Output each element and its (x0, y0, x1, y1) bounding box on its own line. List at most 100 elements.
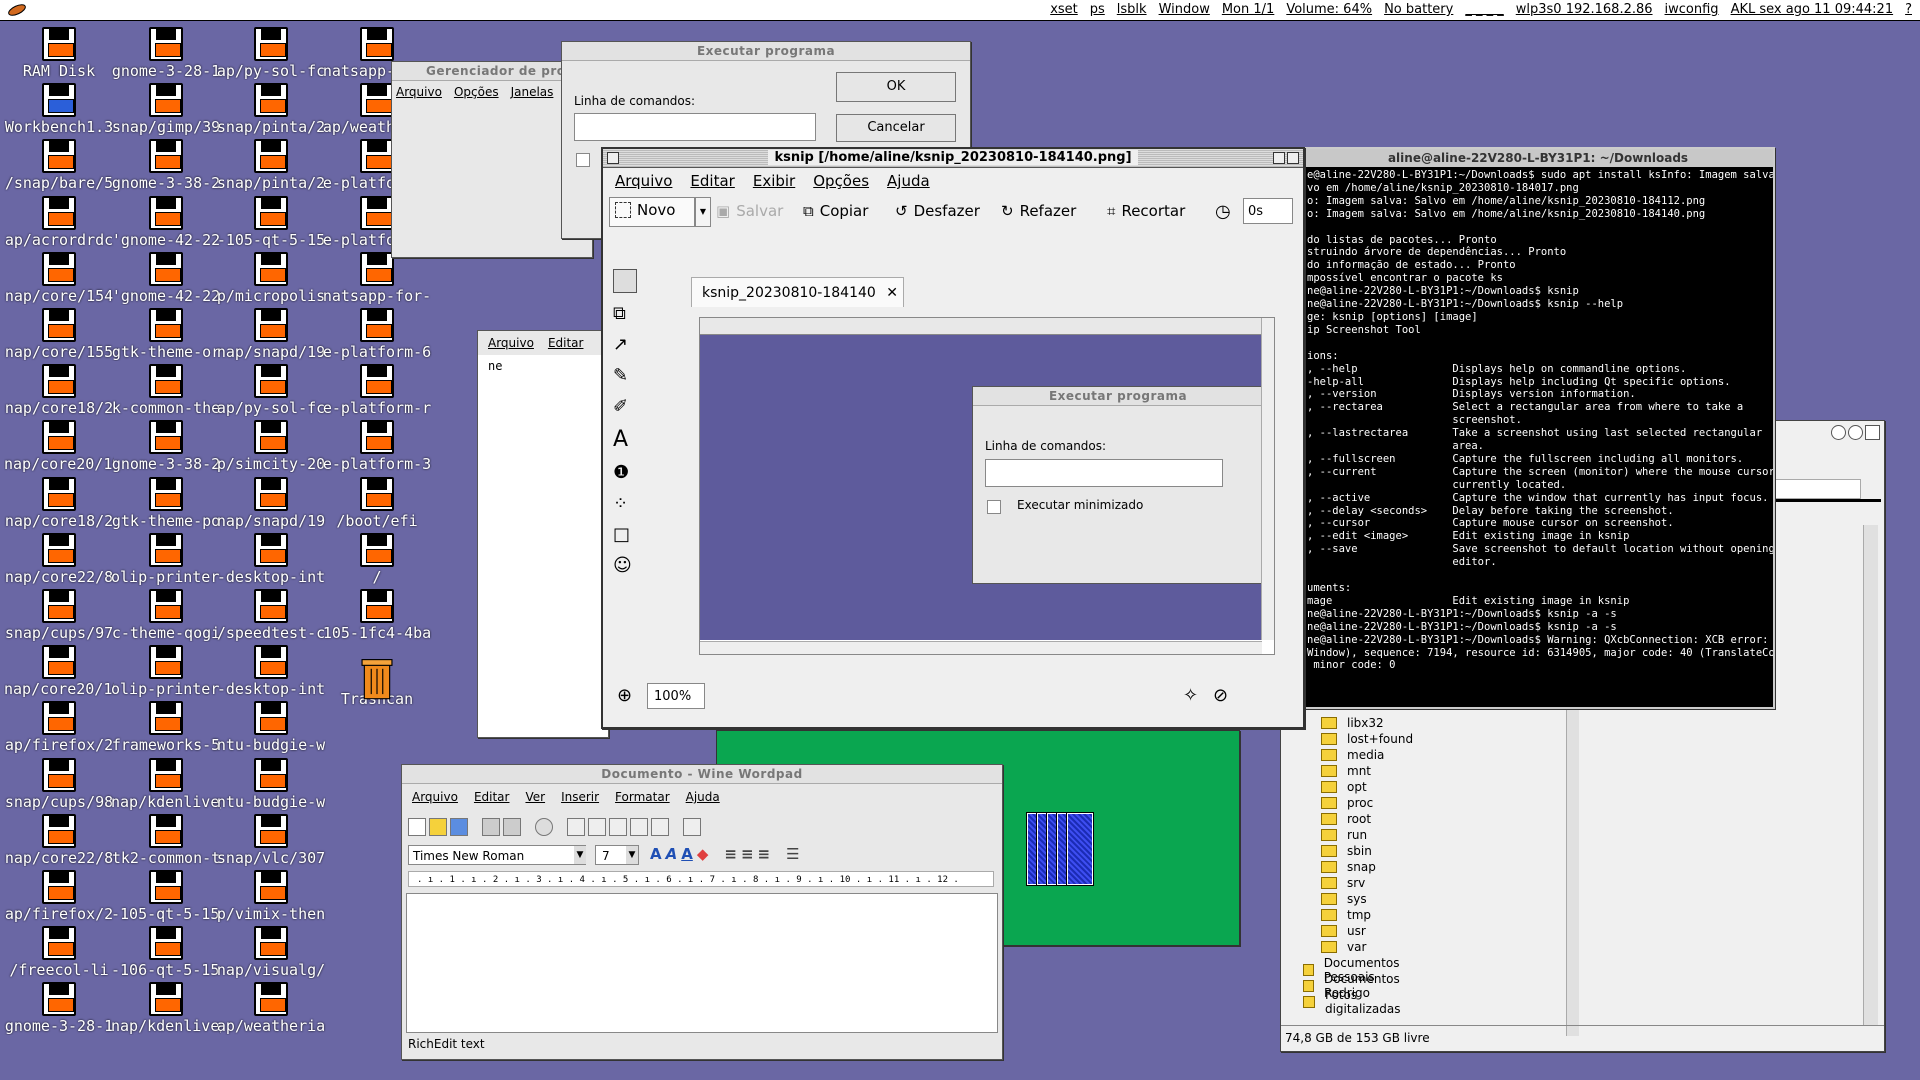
tree-folder[interactable]: libx32 (1321, 716, 1384, 730)
cancel-button[interactable]: Cancelar (836, 114, 956, 142)
desktop-icon[interactable]: ntu-budgie-w (216, 701, 326, 754)
rectangle-icon[interactable]: □ (613, 524, 637, 545)
wordpad-menu-item[interactable]: Ver (525, 790, 545, 804)
desktop-icon[interactable]: /freecol-li (4, 926, 114, 979)
ruler[interactable]: . ı . 1 . ı . 2 . ı . 3 . ı . 4 . ı . 5 … (408, 871, 994, 887)
underline-icon[interactable]: A (681, 845, 693, 863)
undo-icon[interactable] (630, 818, 648, 836)
desktop-icon[interactable]: k-common-the (111, 364, 221, 417)
desktop-icon[interactable]: -desktop-int (216, 532, 326, 586)
top-panel-item[interactable]: lsblk (1117, 2, 1147, 17)
salvar-button[interactable]: ▣ Salvar (716, 202, 783, 220)
text-editor-window[interactable]: Arquivo Editar ne (477, 330, 609, 738)
print-icon[interactable] (482, 818, 500, 836)
print-preview-icon[interactable] (503, 818, 521, 836)
desktop-icon[interactable]: -105-qt-5-15- (111, 870, 221, 923)
top-panel-item[interactable]: xset (1050, 2, 1078, 17)
tree-folder[interactable]: srv (1321, 876, 1365, 890)
copiar-button[interactable]: ⧉ Copiar (803, 202, 868, 220)
tree-folder[interactable]: var (1321, 940, 1366, 954)
select-icon[interactable] (613, 269, 637, 293)
wordpad-window[interactable]: Documento - Wine Wordpad Arquivo Editar Ve… (401, 764, 1003, 1060)
desktop-icon[interactable]: p/vimix-then (216, 870, 326, 923)
align-center-icon[interactable]: ≡ (741, 845, 754, 863)
desktop-icon[interactable]: nap/snapd/19 (216, 476, 326, 530)
wordpad-menu-item[interactable]: Editar (474, 790, 510, 804)
top-panel-item[interactable]: iwconfig (1665, 2, 1719, 17)
zoom-box-icon[interactable] (1273, 152, 1285, 164)
desktop-icon[interactable]: gnome-3-38-2 (111, 420, 221, 473)
desktop-icon[interactable]: ap/py-sol-fc (216, 364, 326, 417)
top-panel-item[interactable]: Mon 1/1 (1222, 2, 1274, 17)
desktop-icon[interactable]: /boot/efi (322, 476, 432, 530)
detail-scrollbar[interactable] (1863, 525, 1878, 1025)
document-area[interactable] (406, 893, 998, 1033)
ksnip-titlebar[interactable]: ksnip [/home/aline/ksnip_20230810-184140… (603, 149, 1303, 168)
redo-icon[interactable] (651, 818, 669, 836)
menu-opcoes[interactable]: Opções (454, 85, 499, 99)
desktop-icon[interactable]: ntu-budgie-w (216, 757, 326, 811)
desktop-icon[interactable]: tk2-common-t (111, 813, 221, 867)
duplicate-icon[interactable]: ⧉ (613, 303, 637, 324)
command-line-input[interactable] (574, 113, 816, 141)
editor-menu-editar[interactable]: Editar (548, 336, 584, 350)
ok-button[interactable]: OK (836, 72, 956, 102)
canvas-vscroll[interactable] (1261, 318, 1274, 640)
terminal-output[interactable]: e@aline-22V280-L-BY31P1:~/Downloads$ sud… (1307, 169, 1773, 672)
tree-folder[interactable]: sbin (1321, 844, 1372, 858)
card-stack[interactable] (1066, 812, 1094, 886)
ksnip-menu-item[interactable]: Exibir (753, 172, 795, 190)
top-panel-item[interactable]: Volume: 64% (1286, 2, 1372, 17)
desktop-icon[interactable]: gnome-3-28-1 (111, 27, 221, 80)
ksnip-window[interactable]: ksnip [/home/aline/ksnip_20230810-184140… (601, 147, 1305, 729)
top-panel-item[interactable]: wlp3s0 192.168.2.86 (1516, 2, 1653, 17)
text-icon[interactable]: A (613, 427, 637, 452)
save-icon[interactable] (450, 818, 468, 836)
chevron-down-icon[interactable]: ▼ (626, 846, 638, 864)
tree-folder[interactable]: sys (1321, 892, 1367, 906)
top-panel-item[interactable]: ? (1905, 2, 1912, 17)
desktop-icon[interactable]: gnome-3-38-2 (111, 139, 221, 192)
ksnip-menu-item[interactable]: Opções (813, 172, 869, 190)
desktop-icon[interactable]: ap/py-sol-fc (216, 27, 326, 80)
collapse-box-icon[interactable] (1287, 152, 1299, 164)
desktop-icon[interactable]: nap/core20/19 (4, 420, 114, 473)
desktop-icon[interactable]: snap/cups/98 (4, 757, 114, 811)
desktop-icon[interactable]: ap/weatheria (216, 982, 326, 1035)
wordpad-menu-item[interactable]: Arquivo (412, 790, 458, 804)
desktop-icon[interactable]: nap/core22/8 (4, 532, 114, 586)
tree-folder[interactable]: usr (1321, 924, 1366, 938)
desktop-icon[interactable]: olip-printer- (111, 532, 221, 586)
tree-folder[interactable]: tmp (1321, 908, 1371, 922)
chevron-down-icon[interactable]: ▼ (574, 846, 586, 864)
desktop-icon[interactable]: -106-qt-5-15- (111, 926, 221, 979)
tree-folder[interactable]: snap (1321, 860, 1376, 874)
desktop-icon[interactable]: 'gnome-42-22 (111, 251, 221, 305)
desktop-icon[interactable]: e-platform-r (322, 364, 432, 417)
close-box-icon[interactable] (607, 152, 619, 164)
desktop-icon[interactable]: e-platform-6 (322, 308, 432, 361)
zoom-spinbox[interactable]: 100% (647, 683, 705, 709)
bullets-icon[interactable]: ☰ (786, 845, 799, 863)
desktop-icon[interactable]: ap/firefox/2 (4, 701, 114, 754)
novo-tool[interactable]: Novo (615, 201, 675, 219)
arrow-icon[interactable]: ↗ (613, 334, 637, 355)
recortar-button[interactable]: ⌗ Recortar (1107, 202, 1185, 220)
tree-folder[interactable]: proc (1321, 796, 1373, 810)
desktop-icon[interactable]: nap/core/154 (4, 251, 114, 305)
desktop-icon[interactable]: /speedtest-c (216, 589, 326, 642)
desktop-icon[interactable]: RAM Disk (4, 27, 114, 80)
desktop-icon[interactable]: snap/vlc/307 (216, 813, 326, 867)
desktop-icon[interactable]: nap/core/155 (4, 308, 114, 361)
desktop-icon[interactable]: -105-qt-5-15 (216, 195, 326, 249)
pen-icon[interactable]: ✎ (613, 365, 637, 386)
desktop-icon[interactable]: nap/core22/8 (4, 813, 114, 867)
desktop-icon[interactable]: natsapp-for- (322, 251, 432, 305)
copy-icon[interactable] (588, 818, 606, 836)
desktop-icon[interactable]: snap/cups/97 (4, 589, 114, 642)
tree-folder[interactable]: media (1321, 748, 1384, 762)
menu-janelas[interactable]: Janelas (511, 85, 554, 99)
desktop-icon[interactable]: nap/core18/2 (4, 364, 114, 417)
wordpad-menu-item[interactable]: Inserir (561, 790, 599, 804)
align-left-icon[interactable]: ≡ (724, 845, 737, 863)
